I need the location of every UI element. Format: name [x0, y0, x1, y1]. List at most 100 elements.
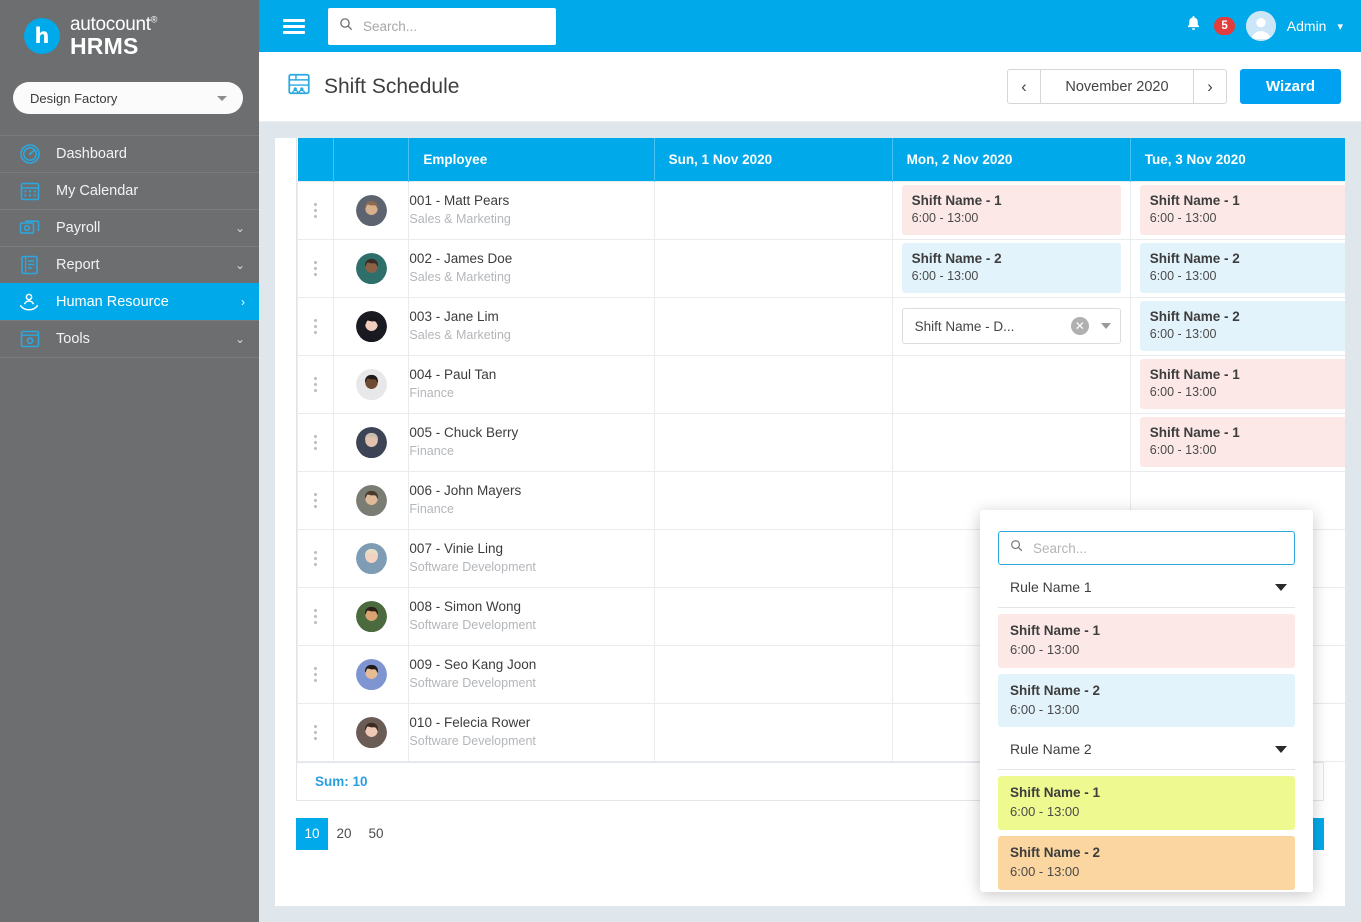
sidebar-item-my-calendar[interactable]: My Calendar	[0, 172, 259, 210]
shift-chip[interactable]: Shift Name - 26:00 - 13:00	[902, 243, 1121, 293]
drag-handle-icon[interactable]	[298, 435, 333, 450]
cell-sun-1-nov[interactable]	[654, 181, 892, 239]
drag-handle-icon[interactable]	[298, 319, 333, 334]
cell-tue-3-nov[interactable]: Shift Name - 16:00 - 13:00	[1130, 181, 1345, 239]
search-input[interactable]	[363, 19, 546, 34]
row-employee-cell[interactable]: 009 - Seo Kang JoonSoftware Development	[409, 645, 654, 703]
page-size-10[interactable]: 10	[296, 818, 328, 850]
cell-sun-1-nov[interactable]	[654, 529, 892, 587]
shift-time: 6:00 - 13:00	[912, 268, 1111, 286]
cell-mon-2-nov[interactable]: Shift Name - 26:00 - 13:00	[892, 239, 1130, 297]
company-selector[interactable]: Design Factory	[13, 82, 243, 114]
drag-handle-icon[interactable]	[298, 609, 333, 624]
rule-group-header[interactable]: Rule Name 2	[998, 727, 1295, 770]
sidebar-item-label: Dashboard	[56, 146, 231, 162]
cell-tue-3-nov[interactable]: Shift Name - 16:00 - 13:00	[1130, 355, 1345, 413]
column-header-mon-2-nov[interactable]: Mon, 2 Nov 2020	[892, 138, 1130, 181]
chevron-down-icon[interactable]	[1275, 584, 1287, 591]
page-size-50[interactable]: 50	[360, 818, 392, 850]
column-header-employee[interactable]: Employee	[409, 138, 654, 181]
rule-group-header[interactable]: Rule Name 1	[998, 565, 1295, 608]
row-drag-handle-cell[interactable]	[298, 703, 334, 761]
notification-bell-icon[interactable]	[1184, 14, 1203, 38]
prev-month-button[interactable]: ‹	[1008, 70, 1041, 103]
avatar[interactable]	[1246, 11, 1276, 41]
cell-sun-1-nov[interactable]	[654, 645, 892, 703]
chevron-down-icon[interactable]	[1101, 323, 1111, 329]
row-drag-handle-cell[interactable]	[298, 239, 334, 297]
sidebar-item-human-resource[interactable]: Human Resource ›	[0, 283, 259, 321]
sidebar-item-report[interactable]: Report ⌄	[0, 246, 259, 284]
shift-picker-popup[interactable]: Rule Name 1 Shift Name - 16:00 - 13:00 Shi…	[980, 510, 1313, 892]
row-employee-cell[interactable]: 002 - James DoeSales & Marketing	[409, 239, 654, 297]
topbar: 5 Admin ▾	[259, 0, 1361, 52]
page-size-20[interactable]: 20	[328, 818, 360, 850]
drag-handle-icon[interactable]	[298, 203, 333, 218]
cell-mon-2-nov[interactable]: Shift Name - 16:00 - 13:00	[892, 181, 1130, 239]
cell-sun-1-nov[interactable]	[654, 355, 892, 413]
chevron-down-icon[interactable]: ▾	[1337, 20, 1343, 33]
popup-search[interactable]	[998, 531, 1295, 565]
row-drag-handle-cell[interactable]	[298, 181, 334, 239]
sidebar-item-payroll[interactable]: Payroll ⌄	[0, 209, 259, 247]
drag-handle-icon[interactable]	[298, 493, 333, 508]
cell-tue-3-nov[interactable]: Shift Name - 26:00 - 13:00	[1130, 297, 1345, 355]
row-drag-handle-cell[interactable]	[298, 413, 334, 471]
cell-sun-1-nov[interactable]	[654, 297, 892, 355]
row-employee-cell[interactable]: 004 - Paul TanFinance	[409, 355, 654, 413]
cell-sun-1-nov[interactable]	[654, 413, 892, 471]
chevron-down-icon[interactable]	[1275, 746, 1287, 753]
sidebar-item-tools[interactable]: Tools ⌄	[0, 320, 259, 358]
cell-sun-1-nov[interactable]	[654, 587, 892, 645]
drag-handle-icon[interactable]	[298, 725, 333, 740]
shift-chip[interactable]: Shift Name - 16:00 - 13:00	[902, 185, 1121, 235]
wizard-button[interactable]: Wizard	[1240, 69, 1341, 104]
drag-handle-icon[interactable]	[298, 377, 333, 392]
row-employee-cell[interactable]: 001 - Matt PearsSales & Marketing	[409, 181, 654, 239]
shift-chip[interactable]: Shift Name - 16:00 - 13:00	[1140, 185, 1345, 235]
shift-chip[interactable]: Shift Name - 26:00 - 13:00	[1140, 243, 1345, 293]
popup-shift-option[interactable]: Shift Name - 16:00 - 13:00	[998, 614, 1295, 668]
row-employee-cell[interactable]: 005 - Chuck BerryFinance	[409, 413, 654, 471]
row-drag-handle-cell[interactable]	[298, 355, 334, 413]
row-drag-handle-cell[interactable]	[298, 297, 334, 355]
next-month-button[interactable]: ›	[1193, 70, 1226, 103]
cell-mon-2-nov[interactable]	[892, 355, 1130, 413]
cell-sun-1-nov[interactable]	[654, 703, 892, 761]
cell-mon-2-nov[interactable]: Shift Name - D...✕	[892, 297, 1130, 355]
row-employee-cell[interactable]: 006 - John MayersFinance	[409, 471, 654, 529]
row-employee-cell[interactable]: 007 - Vinie LingSoftware Development	[409, 529, 654, 587]
row-employee-cell[interactable]: 008 - Simon WongSoftware Development	[409, 587, 654, 645]
row-employee-cell[interactable]: 010 - Felecia RowerSoftware Development	[409, 703, 654, 761]
drag-handle-icon[interactable]	[298, 261, 333, 276]
cell-sun-1-nov[interactable]	[654, 239, 892, 297]
sidebar-item-label: Report	[56, 257, 221, 273]
chevron-down-icon	[217, 96, 227, 101]
employee-name: 004 - Paul Tan	[409, 366, 653, 384]
popup-shift-option[interactable]: Shift Name - 26:00 - 13:00	[998, 836, 1295, 890]
popup-shift-option[interactable]: Shift Name - 26:00 - 13:00	[998, 674, 1295, 728]
shift-combobox[interactable]: Shift Name - D...✕	[902, 308, 1121, 344]
row-drag-handle-cell[interactable]	[298, 645, 334, 703]
cell-tue-3-nov[interactable]: Shift Name - 26:00 - 13:00	[1130, 239, 1345, 297]
row-employee-cell[interactable]: 003 - Jane LimSales & Marketing	[409, 297, 654, 355]
global-search[interactable]	[328, 8, 556, 45]
cell-mon-2-nov[interactable]	[892, 413, 1130, 471]
column-header-sun-1-nov[interactable]: Sun, 1 Nov 2020	[654, 138, 892, 181]
drag-handle-icon[interactable]	[298, 667, 333, 682]
column-header-tue-3-nov[interactable]: Tue, 3 Nov 2020	[1130, 138, 1345, 181]
shift-chip[interactable]: Shift Name - 16:00 - 13:00	[1140, 359, 1345, 409]
hamburger-menu-icon[interactable]	[283, 16, 305, 37]
sidebar-item-dashboard[interactable]: Dashboard	[0, 135, 259, 173]
cell-sun-1-nov[interactable]	[654, 471, 892, 529]
row-drag-handle-cell[interactable]	[298, 471, 334, 529]
row-drag-handle-cell[interactable]	[298, 529, 334, 587]
shift-chip[interactable]: Shift Name - 26:00 - 13:00	[1140, 301, 1345, 351]
cell-tue-3-nov[interactable]: Shift Name - 16:00 - 13:00	[1130, 413, 1345, 471]
drag-handle-icon[interactable]	[298, 551, 333, 566]
row-drag-handle-cell[interactable]	[298, 587, 334, 645]
close-icon[interactable]: ✕	[1071, 317, 1089, 335]
popup-shift-option[interactable]: Shift Name - 16:00 - 13:00	[998, 776, 1295, 830]
shift-chip[interactable]: Shift Name - 16:00 - 13:00	[1140, 417, 1345, 467]
popup-search-input[interactable]	[1033, 541, 1284, 556]
